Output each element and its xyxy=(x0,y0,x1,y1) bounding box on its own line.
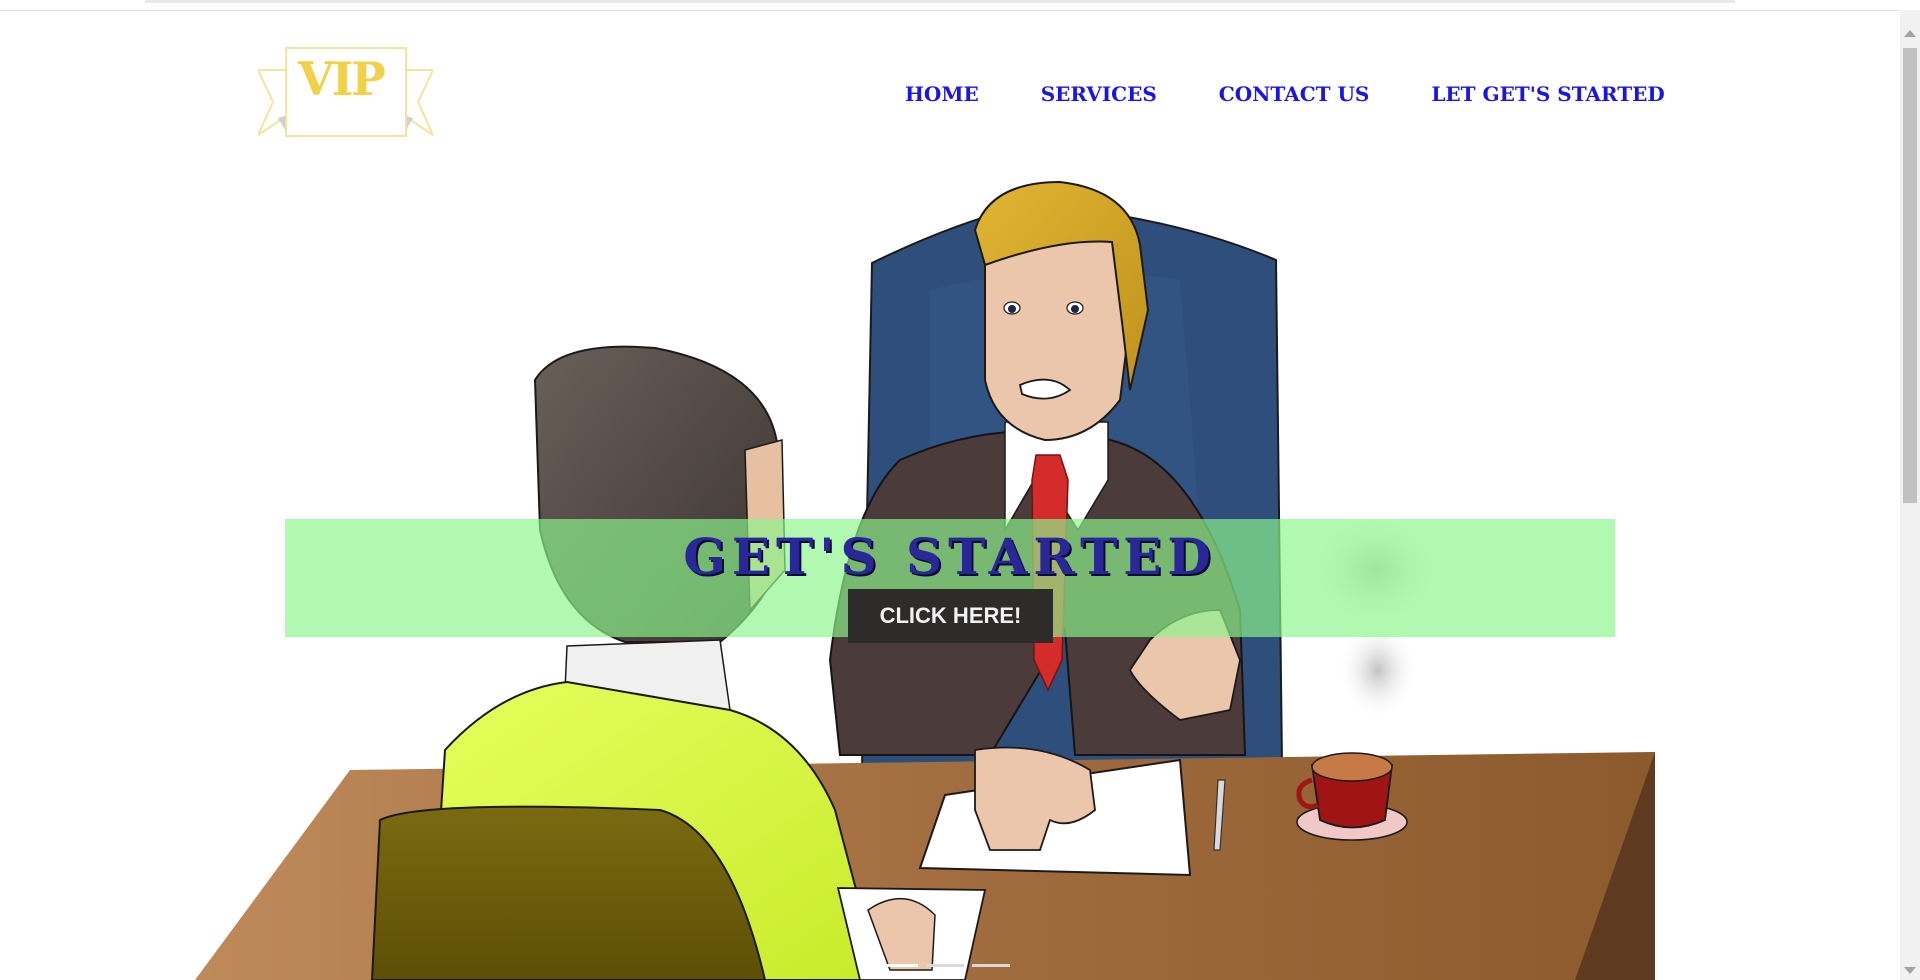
hero-banner: GET'S STARTED CLICK HERE! xyxy=(285,519,1615,643)
nav-lets-get-started[interactable]: LET GET'S STARTED xyxy=(1431,82,1664,106)
carousel-indicator-3[interactable] xyxy=(972,964,1010,967)
hero-title: GET'S STARTED xyxy=(683,527,1217,586)
scroll-down-arrow[interactable] xyxy=(1904,967,1916,974)
scroll-thumb[interactable] xyxy=(1903,48,1917,503)
carousel-indicator-2[interactable] xyxy=(926,964,964,967)
carousel-indicator-1[interactable] xyxy=(880,964,918,967)
main-nav: HOME SERVICES CONTACT US LET GET'S START… xyxy=(905,82,1665,106)
scroll-up-arrow[interactable] xyxy=(1904,30,1916,37)
logo-text: VIP xyxy=(298,52,386,106)
vip-ribbon-logo[interactable]: VIP xyxy=(255,40,436,140)
page: VIP HOME SERVICES CONTACT US LET GET'S S… xyxy=(0,10,1900,980)
nav-home[interactable]: HOME xyxy=(905,82,979,106)
nav-services[interactable]: SERVICES xyxy=(1041,82,1157,106)
nav-contact-us[interactable]: CONTACT US xyxy=(1219,82,1370,106)
interview-illustration xyxy=(195,180,1655,980)
top-bar-strip xyxy=(145,0,1735,3)
vertical-scrollbar[interactable] xyxy=(1900,10,1920,980)
carousel-indicators xyxy=(880,964,1010,967)
click-here-button[interactable]: CLICK HERE! xyxy=(848,589,1053,643)
